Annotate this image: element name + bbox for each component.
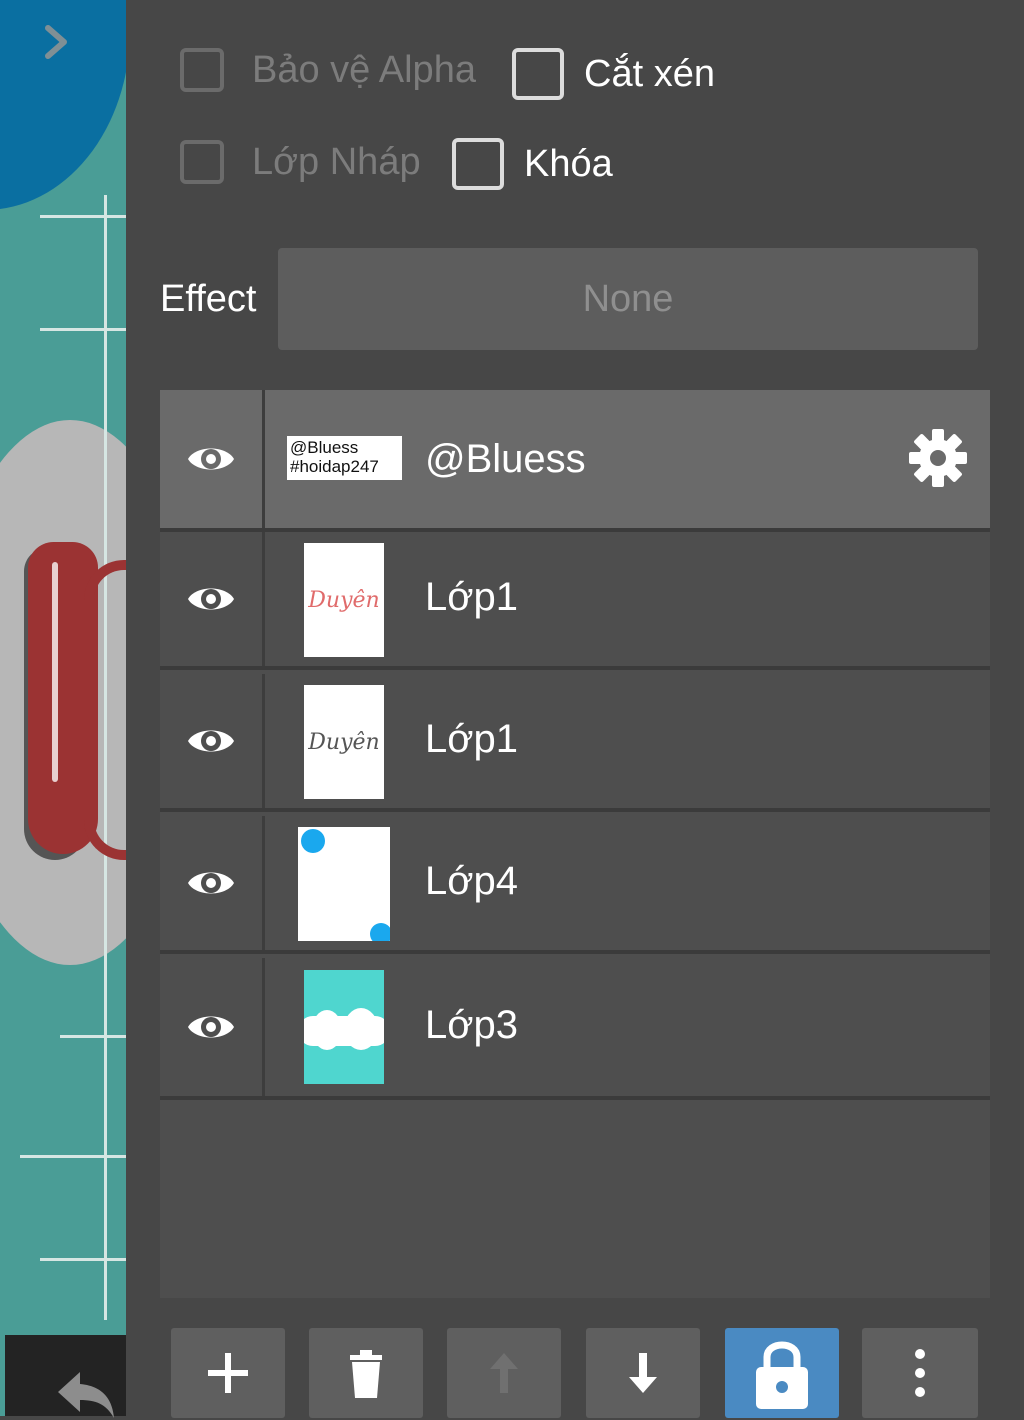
canvas-grid-line bbox=[40, 1258, 126, 1261]
layer-row-lop4[interactable]: Lớp4 bbox=[160, 816, 990, 954]
visibility-column bbox=[160, 958, 265, 1096]
thumb-text: @Bluess bbox=[290, 438, 359, 457]
canvas-letter-stroke bbox=[84, 560, 126, 860]
layer-row-lop3[interactable]: Lớp3 bbox=[160, 958, 990, 1100]
draft-layer-label: Lớp Nháp bbox=[252, 140, 421, 183]
layer-name: Lớp3 bbox=[425, 1003, 518, 1047]
clipping-checkbox[interactable] bbox=[512, 48, 564, 100]
visibility-column bbox=[160, 674, 265, 808]
thumb-text: Duyên bbox=[308, 729, 380, 755]
layer-row-lop1-b[interactable]: Duyên Lớp1 bbox=[160, 674, 990, 812]
thumb-text: #hoidap247 bbox=[290, 457, 379, 476]
layer-name: Lớp4 bbox=[425, 859, 518, 903]
lock-checkbox[interactable] bbox=[452, 138, 504, 190]
lock-option[interactable]: Khóa bbox=[452, 138, 613, 190]
thumb-dot bbox=[370, 923, 390, 941]
canvas-grid-line bbox=[60, 1035, 126, 1038]
layer-row-lop1-a[interactable]: Duyên Lớp1 bbox=[160, 532, 990, 670]
chevron-right-icon[interactable] bbox=[36, 22, 76, 62]
draft-layer-option: Lớp Nháp bbox=[180, 140, 421, 184]
lock-icon bbox=[756, 1341, 808, 1409]
layer-thumbnail bbox=[298, 827, 390, 941]
thumb-text: Duyên bbox=[308, 587, 380, 613]
layer-name: Lớp1 bbox=[425, 575, 518, 619]
layer-thumbnail bbox=[304, 970, 384, 1084]
alpha-protect-label: Bảo vệ Alpha bbox=[252, 48, 476, 91]
eye-icon[interactable] bbox=[186, 1003, 236, 1051]
layer-name: @Bluess bbox=[425, 437, 586, 481]
eye-icon[interactable] bbox=[186, 575, 236, 623]
layer-name: Lớp1 bbox=[425, 717, 518, 761]
clipping-option[interactable]: Cắt xén bbox=[512, 48, 715, 100]
layer-thumbnail: Duyên bbox=[304, 543, 384, 657]
arrow-down-icon bbox=[629, 1353, 657, 1393]
arrow-up-icon bbox=[490, 1353, 518, 1393]
visibility-column bbox=[160, 390, 265, 528]
delete-layer-button[interactable] bbox=[309, 1328, 423, 1418]
canvas-preview[interactable] bbox=[0, 0, 126, 1416]
alpha-protect-option: Bảo vệ Alpha bbox=[180, 48, 476, 92]
thumb-cloud bbox=[312, 1010, 342, 1050]
effect-label: Effect bbox=[160, 278, 257, 320]
layer-thumbnail: Duyên bbox=[304, 685, 384, 799]
alpha-protect-checkbox bbox=[180, 48, 224, 92]
effect-dropdown[interactable]: None bbox=[278, 248, 978, 350]
add-layer-button[interactable] bbox=[171, 1328, 285, 1418]
canvas-letter-highlight bbox=[52, 562, 58, 782]
eye-icon[interactable] bbox=[186, 717, 236, 765]
draft-layer-checkbox bbox=[180, 140, 224, 184]
visibility-column bbox=[160, 532, 265, 666]
move-layer-up-button[interactable] bbox=[447, 1328, 561, 1418]
canvas-grid-line bbox=[40, 215, 126, 218]
thumb-cloud bbox=[344, 1008, 378, 1050]
plus-icon bbox=[208, 1353, 248, 1393]
gear-icon[interactable] bbox=[908, 428, 968, 488]
canvas-grid-line bbox=[20, 1155, 126, 1158]
eye-icon[interactable] bbox=[186, 435, 236, 483]
layer-list[interactable]: @Bluess #hoidap247 @Bluess Duyên Lớp1 Du… bbox=[160, 390, 990, 1298]
undo-icon[interactable] bbox=[50, 1360, 120, 1420]
layer-row-bluess[interactable]: @Bluess #hoidap247 @Bluess bbox=[160, 390, 990, 532]
thumb-dot bbox=[301, 829, 325, 853]
lock-label: Khóa bbox=[524, 142, 613, 185]
move-layer-down-button[interactable] bbox=[586, 1328, 700, 1418]
layer-thumbnail: @Bluess #hoidap247 bbox=[287, 436, 402, 480]
clipping-label: Cắt xén bbox=[584, 52, 715, 95]
eye-icon[interactable] bbox=[186, 859, 236, 907]
more-vertical-icon bbox=[915, 1349, 925, 1397]
trash-icon bbox=[350, 1350, 382, 1398]
canvas-grid-line bbox=[40, 328, 126, 331]
visibility-column bbox=[160, 816, 265, 950]
lock-layer-button[interactable] bbox=[725, 1328, 839, 1418]
more-options-button[interactable] bbox=[862, 1328, 978, 1418]
